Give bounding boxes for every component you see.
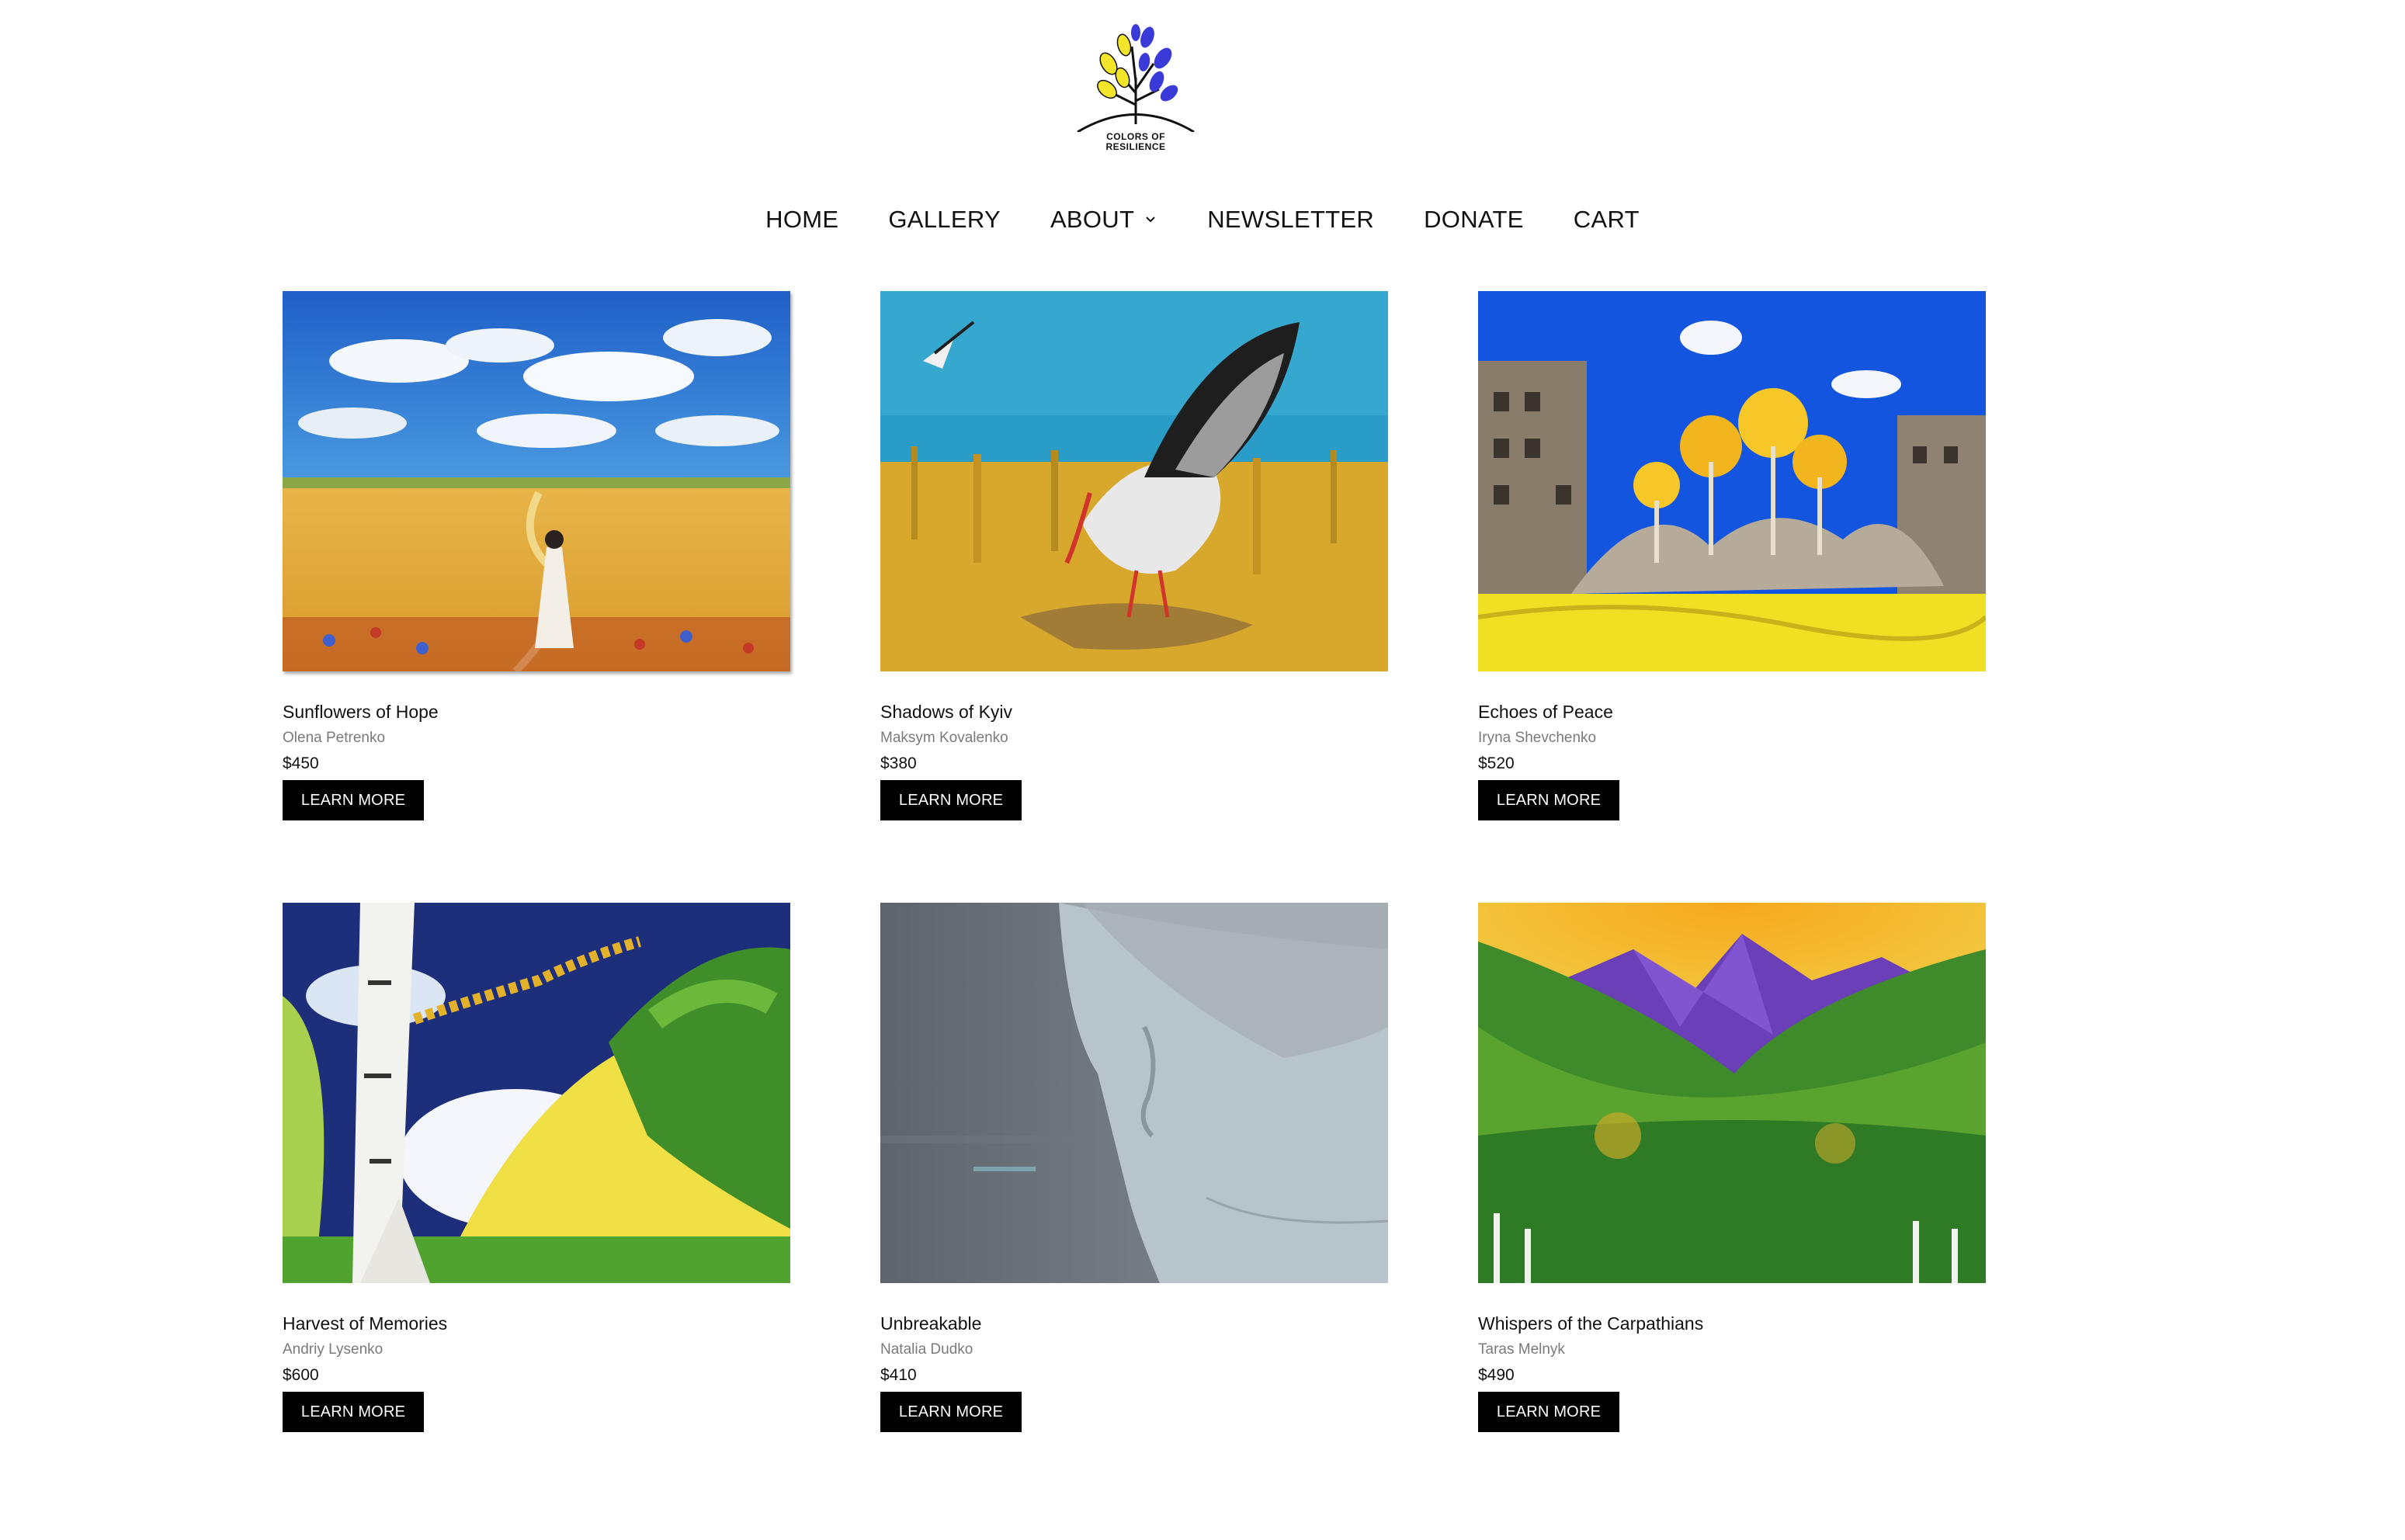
nav-cart[interactable]: CART xyxy=(1574,206,1640,234)
artist-name: Taras Melnyk xyxy=(1478,1341,1565,1358)
artwork-image[interactable] xyxy=(1478,903,1986,1283)
card-info: Sunflowers of Hope Olena Petrenko $450 L… xyxy=(283,701,795,820)
artist-name: Iryna Shevchenko xyxy=(1478,730,1597,746)
card-info: Whispers of the Carpathians Taras Melnyk… xyxy=(1478,1313,1990,1432)
artwork-title: Echoes of Peace xyxy=(1478,702,1613,722)
artwork-image[interactable] xyxy=(1478,291,1986,671)
chevron-down-icon xyxy=(1146,217,1155,223)
ruins-trees-painting xyxy=(1478,291,1986,671)
nav-about-label: ABOUT xyxy=(1050,206,1135,233)
main-nav: HOME GALLERY ABOUT NEWSLETTER DONATE CAR… xyxy=(0,200,2405,239)
artwork-image[interactable] xyxy=(880,903,1388,1283)
nav-home-label: HOME xyxy=(765,206,839,233)
learn-more-button[interactable]: LEARN MORE xyxy=(880,1392,1022,1432)
card-info: Echoes of Peace Iryna Shevchenko $520 LE… xyxy=(1478,701,1990,820)
artwork-title: Harvest of Memories xyxy=(283,1313,448,1334)
artwork-title: Whispers of the Carpathians xyxy=(1478,1313,1704,1334)
artwork-title: Shadows of Kyiv xyxy=(880,702,1013,722)
portrait-painting xyxy=(880,903,1388,1283)
nav-about[interactable]: ABOUT xyxy=(1050,206,1157,234)
card-info: Harvest of Memories Andriy Lysenko $600 … xyxy=(283,1313,795,1432)
nav-gallery-label: GALLERY xyxy=(888,206,1001,233)
artwork-title: Unbreakable xyxy=(880,1313,982,1334)
learn-more-button[interactable]: LEARN MORE xyxy=(283,1392,424,1432)
artwork-price: $490 xyxy=(1478,1366,1515,1384)
artist-name: Olena Petrenko xyxy=(283,730,386,746)
logo-text: COLORS OF RESILIENCE xyxy=(1105,132,1165,152)
learn-more-button[interactable]: LEARN MORE xyxy=(1478,780,1619,820)
stork-painting xyxy=(880,291,1388,671)
nav-home[interactable]: HOME xyxy=(765,206,838,234)
landscape-field-painting xyxy=(283,291,790,671)
card-info: Unbreakable Natalia Dudko $410 LEARN MOR… xyxy=(880,1313,1393,1432)
artist-name: Maksym Kovalenko xyxy=(880,730,1008,746)
artwork-image[interactable] xyxy=(283,291,790,671)
artwork-image[interactable] xyxy=(283,903,790,1283)
learn-more-button[interactable]: LEARN MORE xyxy=(1478,1392,1619,1432)
nav-gallery[interactable]: GALLERY xyxy=(888,206,1001,234)
artwork-price: $520 xyxy=(1478,754,1515,772)
learn-more-button[interactable]: LEARN MORE xyxy=(880,780,1022,820)
nav-cart-label: CART xyxy=(1573,206,1640,233)
artwork-price: $410 xyxy=(880,1366,917,1384)
page: COLORS OF RESILIENCE HOME GALLERY ABOUT … xyxy=(0,0,2405,1540)
tree-logo-icon xyxy=(1077,24,1195,132)
nav-newsletter[interactable]: NEWSLETTER xyxy=(1207,206,1374,234)
card-info: Shadows of Kyiv Maksym Kovalenko $380 LE… xyxy=(880,701,1393,820)
nav-newsletter-label: NEWSLETTER xyxy=(1207,206,1375,233)
birch-hills-painting xyxy=(283,903,790,1283)
artwork-price: $600 xyxy=(283,1366,319,1384)
artwork-price: $450 xyxy=(283,754,319,772)
nav-donate-label: DONATE xyxy=(1424,206,1524,233)
artwork-image[interactable] xyxy=(880,291,1388,671)
mountain-painting xyxy=(1478,903,1986,1283)
artwork-title: Sunflowers of Hope xyxy=(283,702,439,722)
artwork-price: $380 xyxy=(880,754,917,772)
nav-donate[interactable]: DONATE xyxy=(1424,206,1524,234)
site-logo[interactable]: COLORS OF RESILIENCE xyxy=(1070,16,1202,155)
logo-line-2: RESILIENCE xyxy=(1105,141,1166,152)
artist-name: Natalia Dudko xyxy=(880,1341,973,1358)
learn-more-button[interactable]: LEARN MORE xyxy=(283,780,424,820)
artist-name: Andriy Lysenko xyxy=(283,1341,383,1358)
